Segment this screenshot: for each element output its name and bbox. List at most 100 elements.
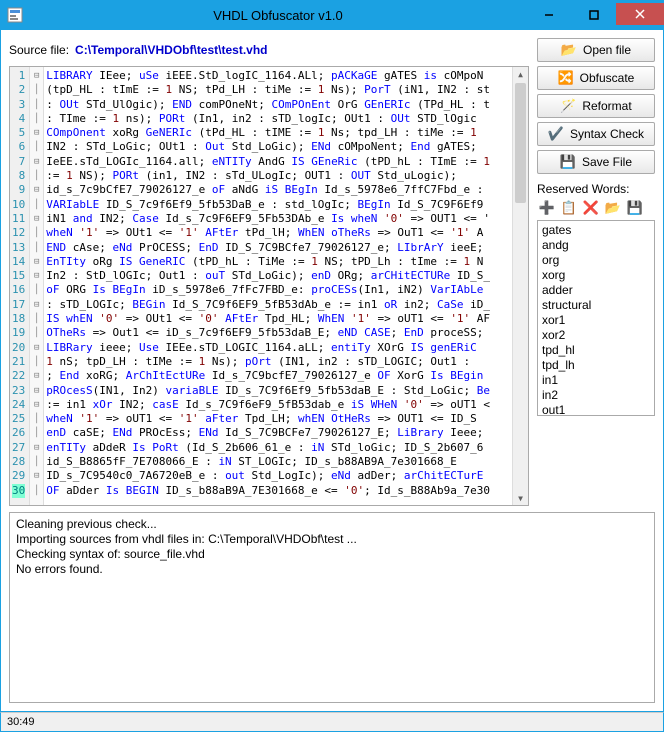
fold-marker[interactable]: ⊟ [30, 441, 43, 455]
fold-marker[interactable]: │ [30, 312, 43, 326]
fold-marker[interactable]: ⊟ [30, 341, 43, 355]
fold-marker[interactable]: │ [30, 426, 43, 440]
code-line[interactable]: COmpOnent xoRg GeNERIc (tPd_HL : tIME :=… [46, 126, 510, 140]
scroll-down-arrow[interactable]: ▼ [513, 491, 528, 505]
fold-marker[interactable]: │ [30, 326, 43, 340]
code-line[interactable]: : sTD_LOGIc; BEGin Id_S_7C9f6EF9_5fB53dA… [46, 298, 510, 312]
fold-marker[interactable]: ⊟ [30, 269, 43, 283]
fold-marker[interactable]: │ [30, 169, 43, 183]
reserved-word-item[interactable]: out1 [542, 403, 650, 416]
save-file-button[interactable]: 💾Save File [537, 150, 655, 174]
fold-marker[interactable]: │ [30, 455, 43, 469]
fold-marker[interactable]: │ [30, 484, 43, 498]
scroll-up-arrow[interactable]: ▲ [513, 67, 528, 81]
fold-marker[interactable]: ⊟ [30, 212, 43, 226]
fold-marker[interactable]: ⊟ [30, 155, 43, 169]
code-line[interactable]: 1 nS; tpD_LH : tIMe := 1 Ns); pOrt (IN1,… [46, 355, 510, 369]
code-line[interactable]: id_S_B8865fF_7E708066_E : iN ST_LOGIc; I… [46, 455, 510, 469]
reserved-word-item[interactable]: in1 [542, 373, 650, 388]
fold-marker[interactable]: ⊟ [30, 369, 43, 383]
code-line[interactable]: := 1 NS); PORt (in1, IN2 : sTd_ULogIc; O… [46, 169, 510, 183]
fold-marker[interactable]: ⊟ [30, 469, 43, 483]
code-line[interactable]: : OUt STd_UlOgic); END comPOneNt; COmPOn… [46, 98, 510, 112]
code-line[interactable]: wheN '1' => OUt1 <= '1' AFtEr tPd_lH; Wh… [46, 226, 510, 240]
code-line[interactable]: iN1 and IN2; Case Id_s_7c9F6EF9_5Fb53DAb… [46, 212, 510, 226]
reserved-word-item[interactable]: xor1 [542, 313, 650, 328]
fold-marker[interactable]: │ [30, 198, 43, 212]
open-file-button[interactable]: 📂Open file [537, 38, 655, 62]
obfuscate-button[interactable]: 🔀Obfuscate [537, 66, 655, 90]
reserved-word-item[interactable]: tpd_hl [542, 343, 650, 358]
code-line[interactable]: LIBRary ieee; Use IEEe.sTD_LOGIC_1164.aL… [46, 341, 510, 355]
code-line[interactable]: oF ORG Is BEgIn iD_s_5978e6_7fFc7FBD_e: … [46, 283, 510, 297]
line-number: 12 [12, 226, 25, 240]
code-line[interactable]: : TIme := 1 ns); PORt (In1, in2 : sTD_lo… [46, 112, 510, 126]
reserved-word-item[interactable]: structural [542, 298, 650, 313]
source-file-label: Source file: [9, 43, 69, 57]
syntax-check-button[interactable]: ✔️Syntax Check [537, 122, 655, 146]
reserved-word-item[interactable]: org [542, 253, 650, 268]
fold-marker[interactable]: ⊟ [30, 126, 43, 140]
fold-marker[interactable]: ⊟ [30, 255, 43, 269]
code-line[interactable]: ; End xoRG; ArChItEctURe Id_s_7C9bcfE7_7… [46, 369, 510, 383]
code-line[interactable]: wheN '1' => oUT1 <= '1' aFter Tpd_LH; wh… [46, 412, 510, 426]
code-line[interactable]: ID_s_7C9540c0_7A6720eB_e : out Std_LogIc… [46, 469, 510, 483]
paste-word-button[interactable]: 📋 [559, 198, 579, 218]
code-line[interactable]: enTITy aDdeR Is PoRt (Id_S_2b606_61_e : … [46, 441, 510, 455]
code-line[interactable]: (tpD_HL : tImE := 1 NS; tPd_LH : tiMe :=… [46, 83, 510, 97]
fold-marker[interactable]: ⊟ [30, 183, 43, 197]
code-line[interactable]: IeEE.sTd_LOGIc_1164.all; eNTITy AndG IS … [46, 155, 510, 169]
fold-marker[interactable]: │ [30, 283, 43, 297]
reformat-button[interactable]: 🪄Reformat [537, 94, 655, 118]
code-editor[interactable]: 1234567891011121314151617181920212223242… [9, 66, 529, 506]
maximize-button[interactable] [571, 3, 616, 27]
reserved-word-item[interactable]: gates [542, 223, 650, 238]
output-panel[interactable]: Cleaning previous check...Importing sour… [9, 512, 655, 703]
fold-marker[interactable]: │ [30, 98, 43, 112]
fold-marker[interactable]: │ [30, 226, 43, 240]
reserved-word-item[interactable]: adder [542, 283, 650, 298]
reserved-words-list[interactable]: gatesandgorgxorgadderstructuralxor1xor2t… [537, 220, 655, 416]
code-line[interactable]: LIBRARY IEee; uSe iEEE.StD_logIC_1164.AL… [46, 69, 510, 83]
close-button[interactable] [616, 3, 664, 25]
code-line[interactable]: pROcesS(IN1, In2) variaBLE ID_s_7C9f6Ef9… [46, 384, 510, 398]
save-words-button[interactable]: 💾 [625, 198, 645, 218]
fold-marker[interactable]: ⊟ [30, 69, 43, 83]
reserved-word-item[interactable]: xor2 [542, 328, 650, 343]
line-number: 17 [12, 298, 25, 312]
code-line[interactable]: OTheRs => Out1 <= iD_s_7c9f6EF9_5fb53daB… [46, 326, 510, 340]
code-line[interactable]: IN2 : STd_LoGic; OUt1 : Out Std_LoGic); … [46, 140, 510, 154]
fold-marker[interactable]: │ [30, 355, 43, 369]
code-line[interactable]: END cAse; eNd PrOCESS; EnD ID_S_7C9BCfe7… [46, 241, 510, 255]
reserved-word-item[interactable]: tpd_lh [542, 358, 650, 373]
vertical-scrollbar[interactable]: ▲ ▼ [512, 67, 528, 505]
fold-marker[interactable]: │ [30, 112, 43, 126]
window-controls [526, 3, 664, 27]
obfuscate-icon: 🔀 [558, 70, 574, 86]
scroll-thumb[interactable] [515, 83, 526, 203]
fold-marker[interactable]: │ [30, 83, 43, 97]
fold-marker[interactable]: ⊟ [30, 384, 43, 398]
fold-marker[interactable]: ⊟ [30, 398, 43, 412]
code-line[interactable]: enD caSE; ENd PROcEss; ENd Id_S_7C9BCFe7… [46, 426, 510, 440]
fold-marker[interactable]: │ [30, 241, 43, 255]
minimize-button[interactable] [526, 3, 571, 27]
code-line[interactable]: := in1 xOr IN2; casE Id_s_7C9f6eF9_5fB53… [46, 398, 510, 412]
fold-marker[interactable]: │ [30, 140, 43, 154]
reserved-word-item[interactable]: xorg [542, 268, 650, 283]
code-area[interactable]: LIBRARY IEee; uSe iEEE.StD_logIC_1164.AL… [44, 67, 512, 505]
code-line[interactable]: VARIabLE ID_S_7c9f6Ef9_5fb53DaB_e : std_… [46, 198, 510, 212]
reserved-word-item[interactable]: in2 [542, 388, 650, 403]
fold-marker[interactable]: ⊟ [30, 298, 43, 312]
code-line[interactable]: OF aDder Is BEGIN ID_s_b88aB9A_7E301668_… [46, 484, 510, 498]
code-line[interactable]: id_s_7c9bCfE7_79026127_e oF aNdG iS BEgI… [46, 183, 510, 197]
code-line[interactable]: EnTIty oRg IS GeneRIC (tPD_hL : TiMe := … [46, 255, 510, 269]
code-line[interactable]: IS whEN '0' => OUt1 <= '0' AFtEr Tpd_HL;… [46, 312, 510, 326]
fold-marker[interactable]: │ [30, 412, 43, 426]
add-word-button[interactable]: ➕ [537, 198, 557, 218]
reserved-word-item[interactable]: andg [542, 238, 650, 253]
code-line[interactable]: In2 : StD_lOGIc; Out1 : ouT STd_LoGic); … [46, 269, 510, 283]
open-words-button[interactable]: 📂 [603, 198, 623, 218]
fold-gutter[interactable]: ⊟│││⊟│⊟│⊟│⊟││⊟⊟│⊟││⊟│⊟⊟⊟││⊟│⊟│ [30, 67, 44, 505]
remove-word-button[interactable]: ❌ [581, 198, 601, 218]
